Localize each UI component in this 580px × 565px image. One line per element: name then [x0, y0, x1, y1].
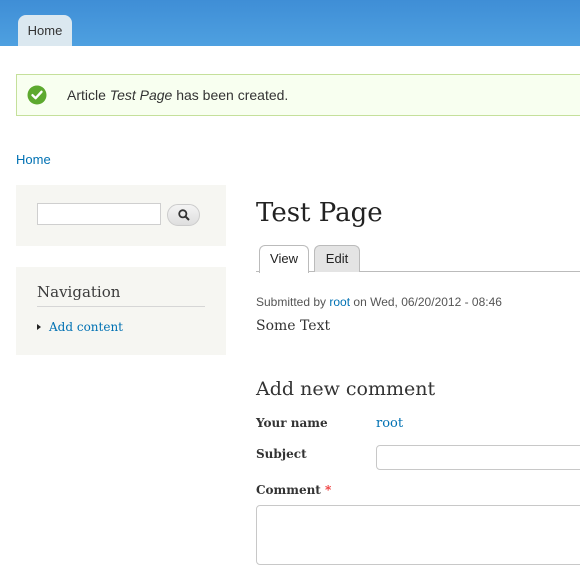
tab-edit[interactable]: Edit [314, 245, 360, 272]
nav-item-add-content[interactable]: Add content [49, 320, 123, 334]
node-body: Some Text [256, 318, 331, 334]
subject-label: Subject [256, 447, 307, 461]
breadcrumb-home[interactable]: Home [16, 152, 51, 167]
name-value-link[interactable]: root [376, 416, 403, 431]
tab-view[interactable]: View [259, 245, 309, 273]
required-marker: * [325, 483, 332, 497]
comment-label: Comment * [256, 483, 331, 497]
author-link[interactable]: root [329, 295, 350, 309]
submitted-prefix: Submitted by [256, 295, 330, 309]
bullet-arrow-icon [37, 324, 41, 330]
status-message-text: Article Test Page has been created. [67, 87, 288, 103]
subject-input[interactable] [376, 445, 580, 470]
comment-form-heading: Add new comment [256, 378, 436, 400]
navigation-title: Navigation [37, 283, 205, 307]
navigation-block: Navigation Add content [16, 267, 226, 355]
page-title: Test Page [256, 198, 383, 228]
status-message-title: Test Page [109, 87, 173, 103]
tab-home[interactable]: Home [18, 15, 72, 46]
status-message-suffix: has been created. [172, 87, 289, 103]
status-message: Article Test Page has been created. [16, 74, 580, 116]
search-icon [178, 209, 190, 221]
submitted-info: Submitted by root on Wed, 06/20/2012 - 0… [256, 295, 502, 309]
comment-label-text: Comment [256, 483, 321, 497]
search-button[interactable] [167, 204, 200, 226]
search-block [16, 185, 226, 246]
check-icon [27, 85, 47, 105]
comment-textarea[interactable] [256, 505, 580, 565]
name-label: Your name [256, 416, 328, 430]
header-bar: Home [0, 0, 580, 46]
status-message-prefix: Article [67, 87, 110, 103]
submitted-date: on Wed, 06/20/2012 - 08:46 [350, 295, 502, 309]
search-input[interactable] [37, 203, 161, 225]
